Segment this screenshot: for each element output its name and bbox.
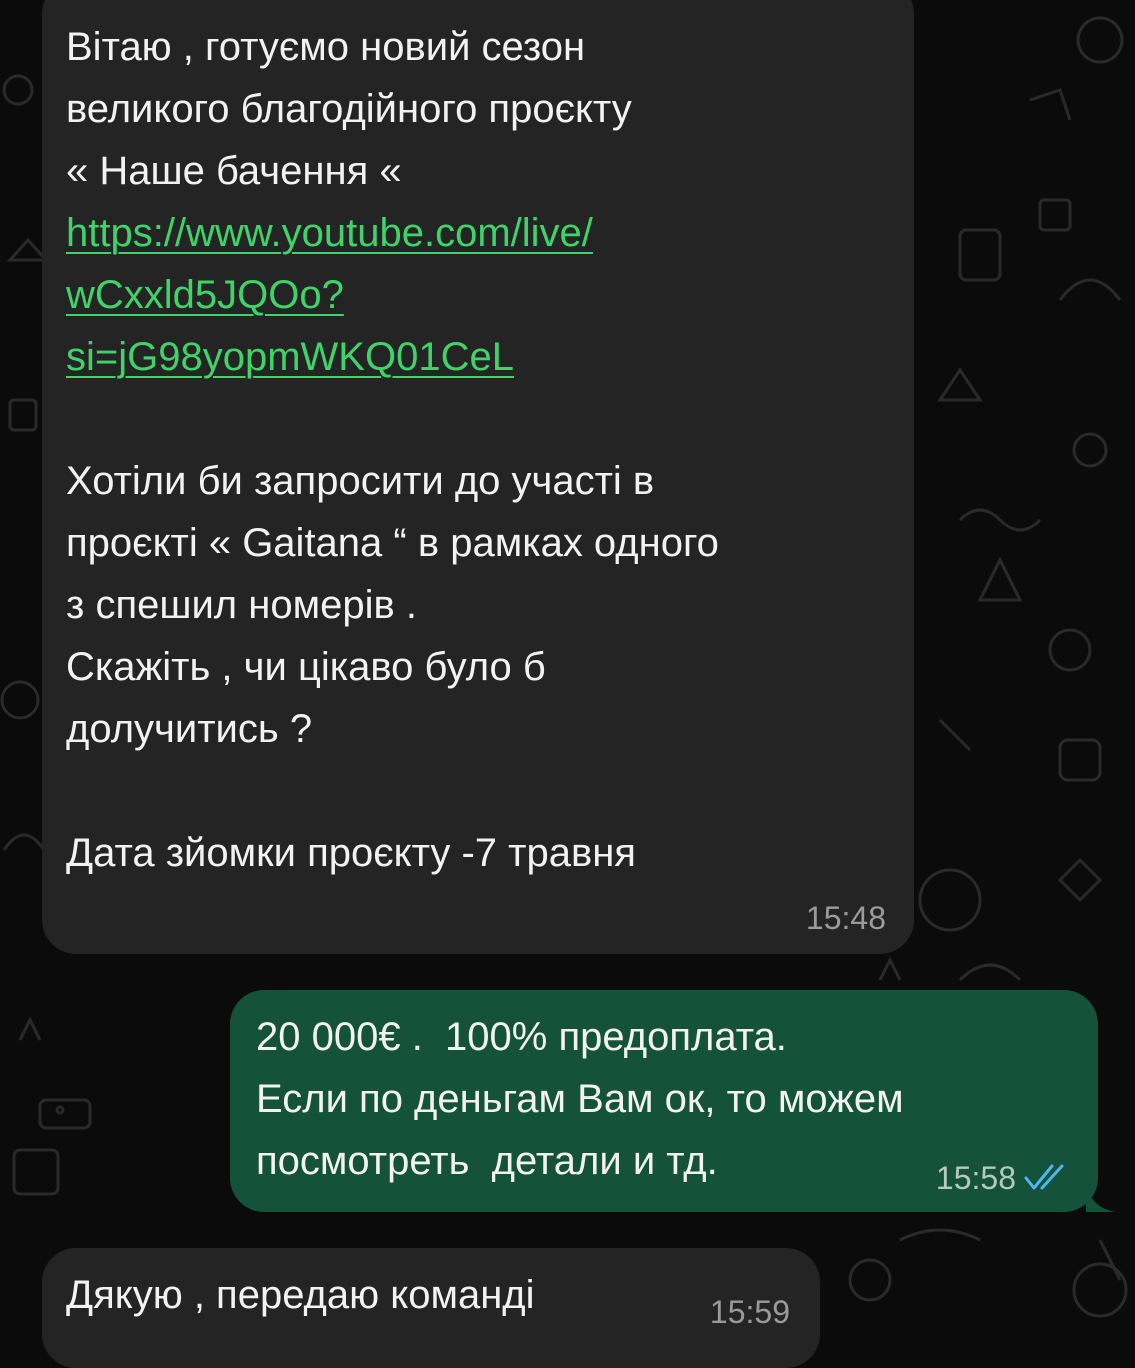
youtube-link[interactable]: wCxxld5JQOo?: [66, 264, 914, 326]
message-line: 20 000€ . 100% предоплата.: [256, 1015, 787, 1059]
outgoing-message-bubble[interactable]: 20 000€ . 100% предоплата. Если по деньг…: [230, 990, 1116, 1212]
message-timestamp: 15:59: [709, 1294, 790, 1330]
double-check-read-icon: [1024, 1164, 1064, 1190]
message-line: Дякую , передаю команді: [66, 1273, 535, 1317]
message-text: Вітаю , готуємо новий сезон великого бла…: [66, 16, 914, 884]
youtube-link[interactable]: si=jG98yopmWKQ01CeL: [66, 326, 914, 388]
message-line: Скажіть , чи цікаво було б: [66, 645, 546, 689]
youtube-link[interactable]: https://www.youtube.com/live/: [66, 202, 914, 264]
message-line: Хотіли би запросити до участі в: [66, 459, 655, 503]
message-line: Вітаю , готуємо новий сезон: [66, 25, 586, 69]
incoming-message-bubble[interactable]: Вітаю , готуємо новий сезон великого бла…: [42, 0, 914, 954]
message-timestamp: 15:48: [805, 900, 886, 936]
message-timestamp: 15:58: [935, 1160, 1016, 1196]
message-line: долучитись ?: [66, 707, 313, 751]
message-line: проєкті « Gaitana “ в рамках одного: [66, 521, 719, 565]
message-line: великого благодійного проєкту: [66, 87, 632, 131]
message-line: « Наше бачення «: [66, 149, 402, 193]
message-line: Если по деньгам Вам ок, то можем: [256, 1077, 904, 1121]
incoming-message-bubble[interactable]: Дякую , передаю команді 15:59: [42, 1248, 820, 1368]
message-line: з спешил номерів .: [66, 583, 417, 627]
message-text: Дякую , передаю команді: [66, 1264, 820, 1326]
bubble-tail: [1086, 1182, 1116, 1212]
message-line: Дата зйомки проєкту -7 травня: [66, 831, 636, 875]
